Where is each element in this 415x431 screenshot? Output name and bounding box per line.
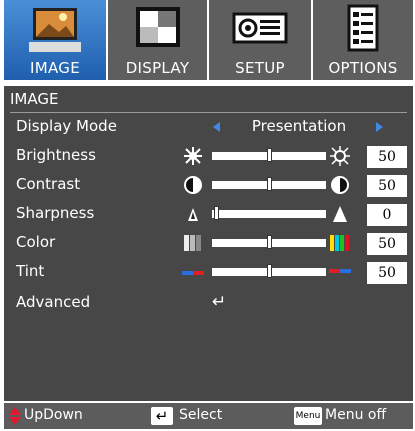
tab-image[interactable]: IMAGE xyxy=(4,0,108,80)
tab-options[interactable]: OPTIONS xyxy=(313,0,413,80)
tint-slider[interactable] xyxy=(212,264,326,278)
options-icon xyxy=(347,4,379,52)
advanced-row[interactable]: Advanced ↵ xyxy=(4,290,413,319)
brightness-slider[interactable] xyxy=(212,148,326,162)
sun-large-icon xyxy=(330,146,350,166)
sharpness-value: 0 xyxy=(367,204,407,226)
tab-label: OPTIONS xyxy=(328,59,398,77)
panel-title: IMAGE xyxy=(10,90,59,108)
sharpness-slider[interactable] xyxy=(212,206,326,220)
menu-off-hint: Menu off xyxy=(325,407,387,423)
contrast-label: Contrast xyxy=(16,175,81,193)
enter-icon: ↵ xyxy=(212,292,227,312)
image-icon xyxy=(29,8,81,52)
contrast-icon xyxy=(184,176,202,194)
contrast-slider[interactable] xyxy=(212,177,326,191)
tab-label: IMAGE xyxy=(30,59,80,77)
sharpness-label: Sharpness xyxy=(16,204,95,222)
slider-knob[interactable] xyxy=(267,148,272,162)
display-mode-row[interactable]: Display Mode Presentation xyxy=(4,114,413,143)
tab-bar: IMAGE DISPLAY SETUP OPTIONS xyxy=(4,0,413,80)
display-icon xyxy=(135,7,180,47)
display-mode-label: Display Mode xyxy=(16,117,117,135)
select-hint: Select xyxy=(179,407,223,423)
tint-right-icon xyxy=(329,269,351,273)
arrow-left-icon[interactable] xyxy=(213,122,220,132)
tab-display[interactable]: DISPLAY xyxy=(108,0,209,80)
sharpness-high-icon xyxy=(333,206,347,222)
tab-setup[interactable]: SETUP xyxy=(209,0,313,80)
menu-key-icon: Menu xyxy=(294,407,322,425)
footer-hints: UpDown ↵ Select Menu Menu off xyxy=(4,401,413,429)
color-label: Color xyxy=(16,233,56,251)
contrast-value: 50 xyxy=(367,175,407,197)
sharpness-low-icon xyxy=(188,208,198,221)
contrast-icon xyxy=(331,176,349,194)
tint-value: 50 xyxy=(367,262,407,284)
updown-hint: UpDown xyxy=(24,407,83,423)
sun-small-icon xyxy=(184,147,202,165)
color-slider[interactable] xyxy=(212,235,326,249)
slider-knob[interactable] xyxy=(214,206,219,220)
osd-menu: IMAGE DISPLAY SETUP OPTIONS IMAGE Displa… xyxy=(0,0,415,431)
color-bars-low-icon xyxy=(184,235,201,251)
arrow-right-icon[interactable] xyxy=(376,122,383,132)
slider-knob[interactable] xyxy=(267,235,272,249)
image-settings-panel: IMAGE Display Mode Presentation Brightne… xyxy=(4,86,413,401)
updown-icon xyxy=(9,407,21,425)
tint-row[interactable]: Tint 50 xyxy=(4,259,413,288)
tint-left-icon xyxy=(182,271,204,275)
enter-key-icon: ↵ xyxy=(151,407,173,425)
color-bars-high-icon xyxy=(330,235,349,251)
projector-icon xyxy=(232,12,288,44)
brightness-label: Brightness xyxy=(16,146,96,164)
tint-label: Tint xyxy=(16,262,45,280)
slider-knob[interactable] xyxy=(267,177,272,191)
color-row[interactable]: Color 50 xyxy=(4,230,413,259)
tab-label: SETUP xyxy=(235,59,285,77)
display-mode-value: Presentation xyxy=(251,117,347,135)
brightness-row[interactable]: Brightness 50 xyxy=(4,143,413,172)
sharpness-row[interactable]: Sharpness 0 xyxy=(4,201,413,230)
title-divider xyxy=(10,112,407,113)
slider-knob[interactable] xyxy=(267,264,272,278)
color-value: 50 xyxy=(367,233,407,255)
advanced-label: Advanced xyxy=(16,293,91,311)
brightness-value: 50 xyxy=(367,146,407,168)
tab-label: DISPLAY xyxy=(125,59,190,77)
contrast-row[interactable]: Contrast 50 xyxy=(4,172,413,201)
